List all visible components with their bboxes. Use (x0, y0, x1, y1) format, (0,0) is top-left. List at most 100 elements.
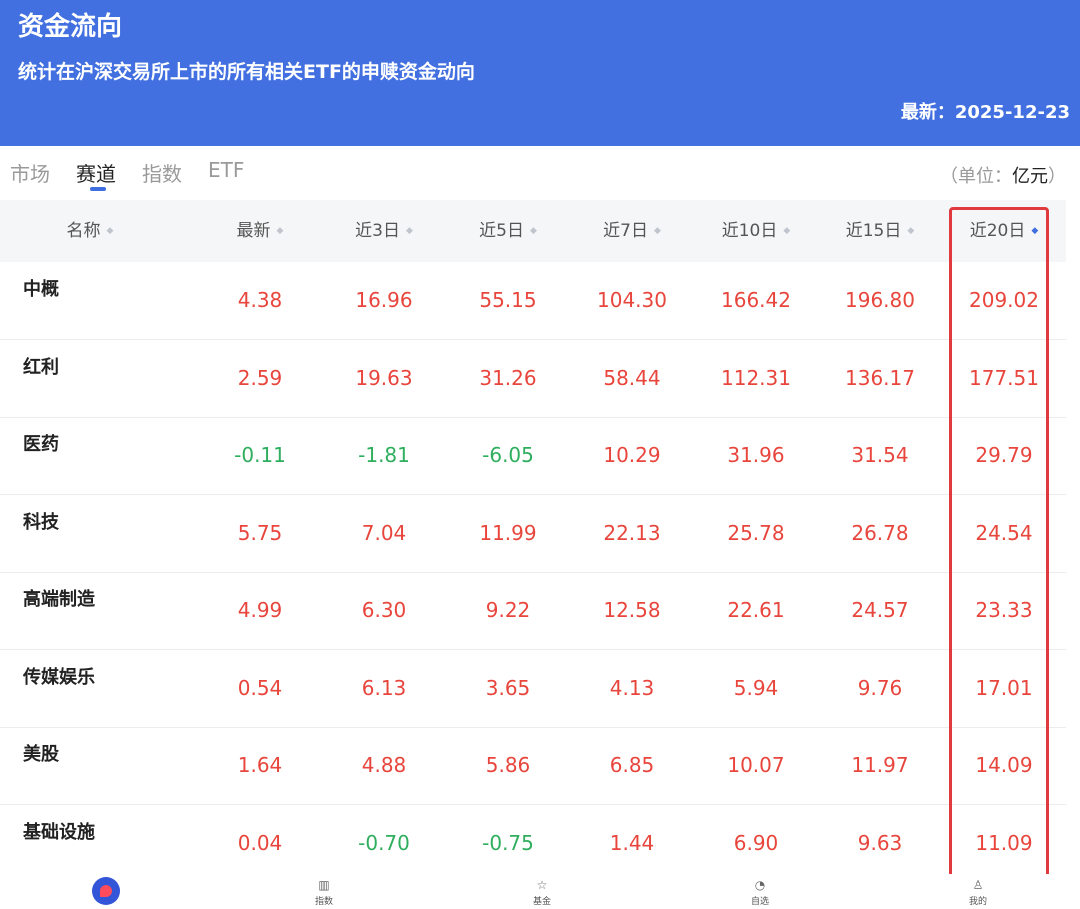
row-value: 3.65 (485, 675, 531, 700)
row-value: 5.94 (733, 675, 779, 700)
row-value: 14.09 (975, 753, 1033, 777)
row-value: 19.63 (355, 365, 413, 390)
unit-suffix: ） (1048, 166, 1066, 187)
row-value: 9.63 (857, 830, 903, 855)
row-value: 0.04 (237, 830, 283, 855)
table-row[interactable]: 高端制造 4.99 6.30 9.22 12.58 22.61 24.57 23.33 (0, 572, 1066, 650)
row-value: 31.26 (479, 365, 537, 390)
row-value: 209.02 (969, 288, 1039, 312)
table-header: 名称 ◆ 最新 ◆ 近3日 ◆ 近5日 ◆ 近7日 ◆ 近10日 ◆ 近15日 ◆ 近20日 ◆ (0, 200, 1066, 262)
col-header-3d[interactable]: 近3日 ◆ (322, 200, 446, 262)
tab-etf[interactable]: ETF (208, 158, 244, 182)
row-value: 24.57 (851, 598, 909, 622)
row-value: 5.86 (485, 753, 531, 777)
col-label: 最新 (236, 221, 271, 241)
row-value: 17.01 (975, 675, 1033, 700)
row-value: -0.11 (234, 443, 286, 467)
row-value: 2.59 (237, 365, 283, 390)
row-value: 4.99 (237, 598, 283, 622)
row-name: 红利 (23, 356, 59, 378)
row-value: 5.75 (237, 520, 283, 545)
col-header-15d[interactable]: 近15日 ◆ (818, 200, 942, 262)
col-header-20d[interactable]: 近20日 ◆ (942, 200, 1066, 262)
table-row[interactable]: 传媒娱乐 0.54 6.13 3.65 4.13 5.94 9.76 17.01 (0, 650, 1066, 728)
table-row[interactable]: 美股 1.64 4.88 5.86 6.85 10.07 11.97 14.09 (0, 727, 1066, 805)
updated-date: 最新：2025-12-23 (900, 102, 1070, 123)
row-value: 6.90 (733, 830, 779, 855)
sort-icon: ◆ (907, 226, 915, 236)
tab-market[interactable]: 市场 (10, 158, 50, 187)
row-value: 9.22 (485, 598, 531, 622)
row-value: 24.54 (975, 520, 1033, 545)
row-name: 高端制造 (23, 589, 95, 610)
row-value: 10.07 (727, 753, 785, 777)
row-value: -0.70 (358, 830, 410, 855)
nav-watchlist[interactable]: ◔ 自选 (720, 878, 800, 907)
row-name: 美股 (23, 744, 59, 765)
row-value: 6.85 (609, 753, 655, 777)
col-label: 名称 (66, 221, 101, 241)
row-value: 10.29 (603, 443, 661, 467)
row-value: 9.76 (857, 675, 903, 700)
table-row[interactable]: 科技 5.75 7.04 11.99 22.13 25.78 26.78 24.54 (0, 495, 1066, 573)
row-name: 医药 (23, 434, 59, 455)
nav-index[interactable]: ▥ 指数 (284, 878, 364, 907)
row-value: -6.05 (482, 443, 534, 467)
row-value: 31.54 (851, 443, 909, 467)
row-value: 26.78 (851, 520, 909, 545)
row-value: 136.17 (845, 365, 915, 390)
row-value: 104.30 (597, 288, 667, 312)
unit-label: （单位：亿元） (940, 162, 1066, 188)
row-value: 29.79 (975, 443, 1033, 467)
col-header-7d[interactable]: 近7日 ◆ (570, 200, 694, 262)
page-title: 资金流向 (18, 12, 123, 42)
row-value: 22.13 (603, 520, 661, 545)
row-value: 25.78 (727, 520, 785, 545)
row-value: 16.96 (355, 288, 413, 312)
row-name: 科技 (23, 511, 59, 533)
bottom-nav: ▥ 指数 ☆ 基金 ◔ 自选 ♙ 我的 (0, 874, 1080, 909)
col-label: 近5日 (479, 221, 524, 241)
row-value: 1.44 (609, 830, 655, 855)
nav-label: 指数 (314, 897, 333, 907)
row-name: 中概 (23, 279, 59, 300)
col-header-10d[interactable]: 近10日 ◆ (694, 200, 818, 262)
watchlist-icon: ◔ (754, 878, 766, 892)
table-row[interactable]: 红利 2.59 19.63 31.26 58.44 112.31 136.17 177.51 (0, 340, 1066, 418)
category-tabs: 市场 赛道 指数 ETF （单位：亿元） (0, 146, 1080, 200)
nav-profile[interactable]: ♙ 我的 (938, 878, 1018, 907)
row-value: 58.44 (603, 365, 661, 390)
row-value: 0.54 (237, 675, 283, 700)
table-row[interactable]: 基础设施 0.04 -0.70 -0.75 1.44 6.90 9.63 11.09 (0, 805, 1066, 883)
row-value: 6.30 (361, 598, 407, 622)
row-value: 196.80 (845, 288, 915, 312)
row-value: 1.64 (237, 753, 283, 777)
page-subtitle: 统计在沪深交易所上市的所有相关ETF的申赎资金动向 (18, 61, 475, 83)
table-row[interactable]: 医药 -0.11 -1.81 -6.05 10.29 31.96 31.54 29.79 (0, 417, 1066, 495)
row-value: 7.04 (361, 520, 407, 545)
home-logo-icon[interactable] (92, 877, 120, 905)
row-value: 11.97 (851, 753, 909, 777)
sort-icon: ◆ (405, 226, 413, 236)
row-value: 31.96 (727, 443, 785, 467)
fund-icon: ☆ (536, 878, 548, 892)
sort-icon: ◆ (106, 226, 114, 236)
profile-icon: ♙ (972, 878, 984, 892)
col-header-name[interactable]: 名称 ◆ (30, 200, 150, 262)
row-value: 55.15 (479, 288, 537, 312)
col-label: 近7日 (603, 221, 648, 241)
tab-index[interactable]: 指数 (142, 158, 182, 187)
unit-prefix: （单位： (940, 166, 1012, 187)
row-value: 112.31 (721, 365, 791, 390)
row-value: 22.61 (727, 598, 785, 622)
col-label: 近10日 (721, 221, 778, 241)
table-row[interactable]: 中概 4.38 16.96 55.15 104.30 166.42 196.80 209.02 (0, 262, 1066, 340)
row-value: 23.33 (975, 598, 1033, 622)
nav-fund[interactable]: ☆ 基金 (502, 878, 582, 907)
col-header-5d[interactable]: 近5日 ◆ (446, 200, 570, 262)
sort-icon: ◆ (783, 226, 791, 236)
nav-label: 我的 (968, 897, 987, 907)
col-header-latest[interactable]: 最新 ◆ (198, 200, 322, 262)
row-value: 166.42 (721, 288, 791, 312)
tab-track[interactable]: 赛道 (76, 158, 116, 187)
